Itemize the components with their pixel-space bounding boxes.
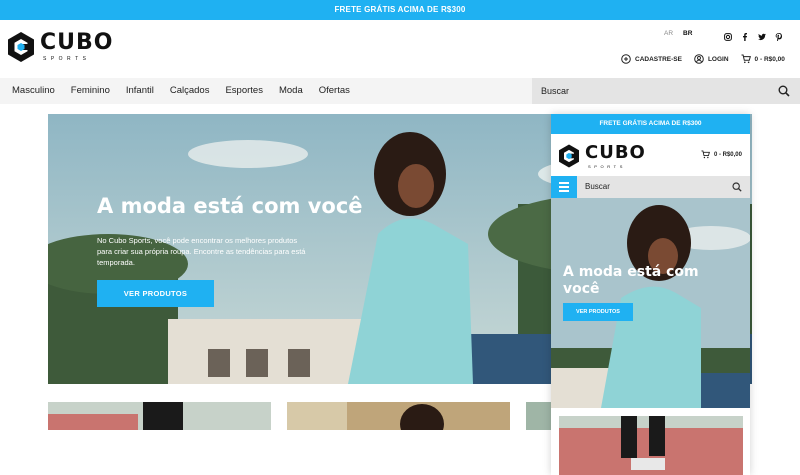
mobile-view-products-button[interactable]: VER PRODUTOS [563, 303, 633, 321]
instagram-icon[interactable] [724, 28, 732, 41]
category-menu: Masculino Feminino Infantil Calçados Esp… [12, 78, 350, 104]
hero-description: No Cubo Sports, você pode encontrar os m… [97, 236, 306, 267]
lang-br[interactable]: BR [683, 30, 692, 37]
header-actions: CADASTRE-SE LOGIN 0 - R$0,00 [621, 54, 785, 64]
mobile-header: CUBO SPORTS 0 - R$0,00 [551, 134, 750, 176]
mobile-preview: FRETE GRÁTIS ACIMA DE R$300 CUBO SPORTS … [551, 114, 750, 475]
search-icon[interactable] [778, 85, 790, 97]
search-icon[interactable] [732, 182, 742, 192]
thumbnail-image [287, 402, 510, 430]
nav-item-moda[interactable]: Moda [279, 78, 303, 104]
user-icon [694, 54, 704, 64]
nav-item-ofertas[interactable]: Ofertas [319, 78, 350, 104]
search-input[interactable]: Buscar [532, 78, 800, 104]
logo-tagline: SPORTS [588, 164, 626, 169]
social-links [724, 28, 783, 42]
mobile-promo-bar: FRETE GRÁTIS ACIMA DE R$300 [551, 114, 750, 134]
logo[interactable]: CUBO SPORTS [8, 32, 113, 62]
lang-ar[interactable]: AR [664, 30, 673, 37]
cubo-logo-icon [559, 144, 579, 168]
nav-item-feminino[interactable]: Feminino [71, 78, 110, 104]
search-placeholder: Buscar [541, 86, 570, 96]
mobile-cart-total: 0 - R$0,00 [713, 151, 742, 158]
signup-label: CADASTRE-SE [635, 55, 682, 63]
hero-title: A moda está com você [97, 194, 363, 218]
login-label: LOGIN [707, 55, 729, 63]
cart-icon [701, 150, 710, 159]
logo-wordmark: CUBO [585, 142, 646, 163]
nav-item-masculino[interactable]: Masculino [12, 78, 55, 104]
nav-item-calcados[interactable]: Calçados [170, 78, 210, 104]
mobile-search-input[interactable]: Buscar [585, 176, 610, 198]
thumbnail-image [559, 416, 743, 475]
view-products-button[interactable]: VER PRODUTOS [97, 280, 214, 307]
category-thumbnail[interactable] [287, 402, 510, 430]
signup-icon [621, 54, 631, 64]
mobile-hero-banner: A moda está com você VER PRODUTOS [551, 198, 750, 408]
promo-bar: FRETE GRÁTIS ACIMA DE R$300 [0, 0, 800, 20]
login-link[interactable]: LOGIN [694, 54, 729, 64]
category-thumbnail[interactable] [48, 402, 271, 430]
language-switcher: AR BR [664, 30, 692, 37]
hamburger-menu-icon[interactable] [551, 176, 577, 198]
mobile-logo[interactable]: CUBO SPORTS [559, 144, 646, 169]
cart-link[interactable]: 0 - R$0,00 [741, 54, 785, 64]
cart-icon [741, 54, 751, 64]
signup-link[interactable]: CADASTRE-SE [621, 54, 682, 64]
logo-wordmark: CUBO [40, 30, 114, 55]
twitter-icon[interactable] [758, 28, 766, 41]
nav-item-infantil[interactable]: Infantil [126, 78, 154, 104]
facebook-icon[interactable] [741, 28, 749, 41]
main-nav: Masculino Feminino Infantil Calçados Esp… [0, 78, 800, 104]
pinterest-icon[interactable] [775, 28, 783, 42]
mobile-search-bar: Buscar [551, 176, 750, 198]
mobile-category-thumbnail[interactable] [559, 416, 743, 475]
logo-tagline: SPORTS [43, 56, 91, 62]
site-header: CUBO SPORTS AR BR CADASTRE-SE LOGIN 0 - … [0, 20, 800, 78]
cart-total: 0 - R$0,00 [754, 55, 785, 63]
nav-item-esportes[interactable]: Esportes [225, 78, 263, 104]
thumbnail-image [48, 402, 271, 430]
mobile-cart-link[interactable]: 0 - R$0,00 [701, 150, 742, 159]
cubo-logo-icon [8, 32, 34, 62]
mobile-hero-title: A moda está com você [563, 264, 699, 297]
